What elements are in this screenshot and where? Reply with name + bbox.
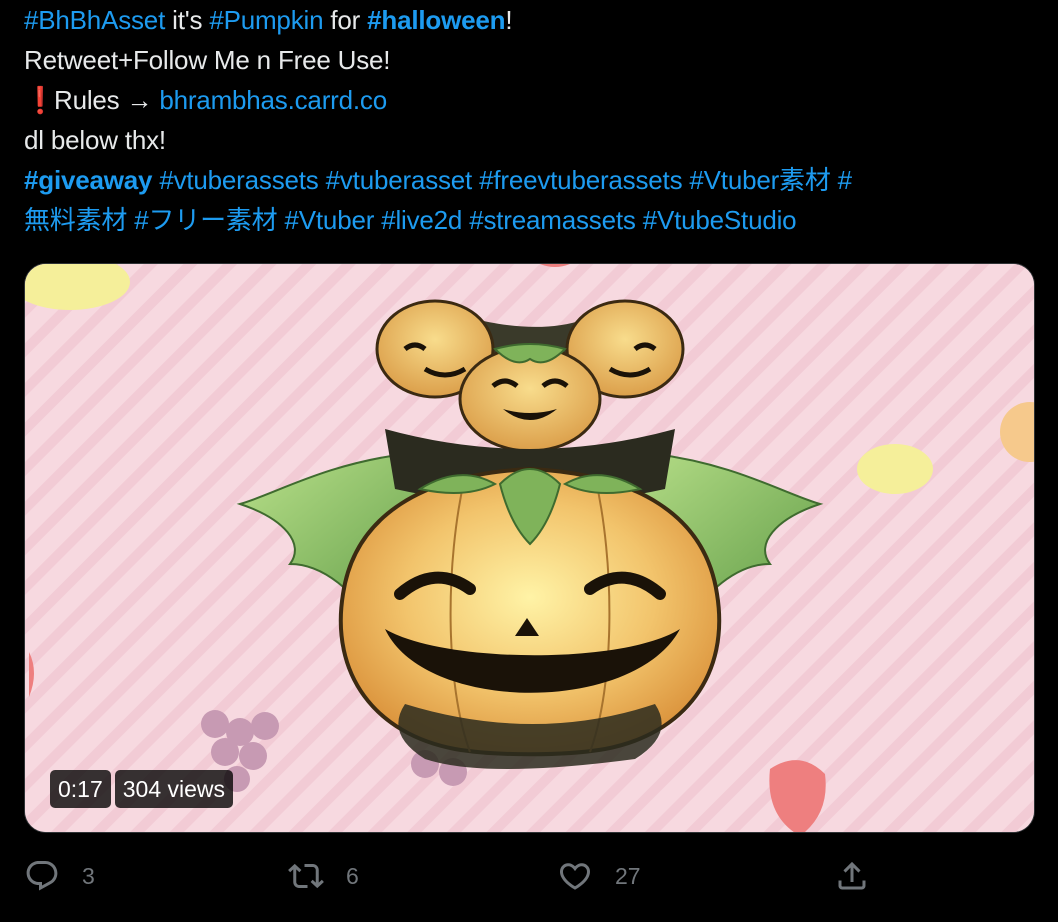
video-player[interactable]: 0:17 304 views — [24, 263, 1035, 833]
tweet-text-segment: Retweet+Follow Me n Free Use! — [24, 45, 391, 75]
tweet-line-3: ❗Rules → bhrambhas.carrd.co — [24, 80, 1034, 120]
tweet-text-segment: ! — [505, 5, 513, 35]
heart-icon — [559, 863, 591, 890]
tweet-text-segment: Rules → — [54, 85, 160, 115]
video-info-badge: 0:17 304 views — [50, 770, 234, 808]
hashtag-list[interactable]: #vtuberassets #vtuberasset #freevtuberas… — [152, 165, 852, 195]
tweet-text-segment: dl below thx! — [24, 125, 166, 155]
reply-count: 3 — [82, 862, 95, 889]
like-count: 27 — [615, 862, 641, 889]
tweet-line-1: #BhBhAsset it's #Pumpkin for #halloween! — [24, 0, 1034, 40]
retweet-button[interactable]: 6 — [288, 858, 359, 894]
retweet-icon — [288, 863, 324, 889]
hashtag-bhbhasset[interactable]: #BhBhAsset — [24, 5, 165, 35]
pumpkin-video-frame — [25, 264, 1034, 832]
tweet-text-segment: it's — [165, 5, 210, 35]
tweet-actions: 3 6 27 — [24, 858, 1034, 902]
reply-icon — [26, 861, 58, 891]
tweet-line-2: Retweet+Follow Me n Free Use! — [24, 40, 1034, 80]
share-button[interactable] — [834, 858, 870, 894]
rules-link[interactable]: bhrambhas.carrd.co — [159, 85, 387, 115]
tweet-text: #BhBhAsset it's #Pumpkin for #halloween!… — [24, 0, 1034, 240]
video-duration: 0:17 — [50, 770, 111, 808]
hashtag-giveaway[interactable]: #giveaway — [24, 165, 152, 195]
reply-button[interactable]: 3 — [24, 858, 95, 894]
retweet-count: 6 — [346, 862, 359, 889]
main-pumpkin — [338, 466, 722, 769]
hashtag-halloween[interactable]: #halloween — [367, 5, 505, 35]
share-icon — [838, 861, 866, 890]
hashtag-list[interactable]: 無料素材 #フリー素材 #Vtuber #live2d #streamasset… — [24, 205, 797, 235]
like-button[interactable]: 27 — [557, 858, 641, 894]
tweet-line-5: #giveaway #vtuberassets #vtuberasset #fr… — [24, 160, 1034, 200]
tweet-line-4: dl below thx! — [24, 120, 1034, 160]
exclamation-emoji-icon: ❗ — [24, 85, 57, 115]
hashtag-pumpkin[interactable]: #Pumpkin — [209, 5, 323, 35]
tweet-line-6: 無料素材 #フリー素材 #Vtuber #live2d #streamasset… — [24, 200, 1034, 240]
tweet-text-segment: for — [323, 5, 368, 35]
video-views: 304 views — [114, 770, 234, 808]
